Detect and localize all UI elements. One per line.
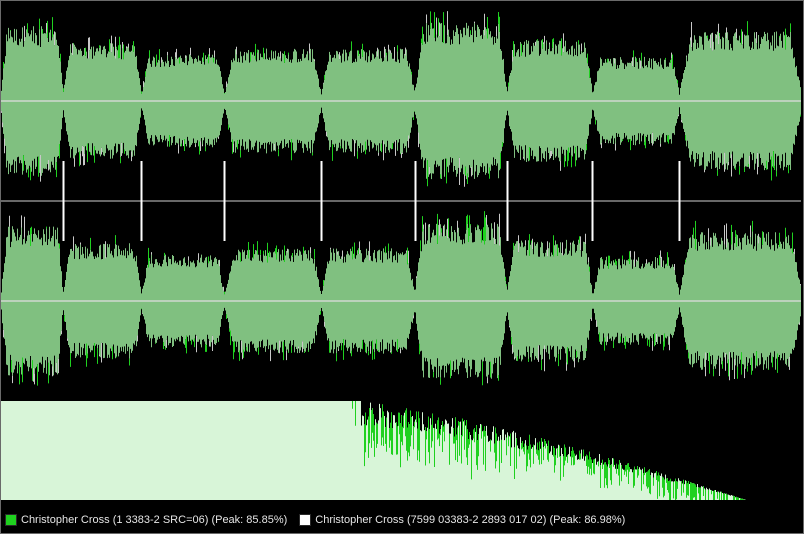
legend-label-2: Christopher Cross (7599 03383-2 2893 017…: [315, 514, 626, 526]
frequency-spectrum: [1, 401, 746, 500]
legend-swatch-white: [299, 514, 312, 526]
waveform-comparison-view: Christopher Cross (1 3383-2 SRC=06) (Pea…: [0, 0, 804, 534]
legend: Christopher Cross (1 3383-2 SRC=06) (Pea…: [5, 511, 631, 529]
legend-item-1: Christopher Cross (1 3383-2 SRC=06) (Pea…: [5, 514, 287, 526]
channel-2-waveform: [1, 211, 801, 386]
legend-swatch-green: [5, 514, 17, 526]
legend-item-2: Christopher Cross (7599 03383-2 2893 017…: [299, 514, 625, 526]
waveform-canvas[interactable]: [1, 1, 803, 533]
channel-1-waveform: [1, 11, 801, 187]
legend-label-1: Christopher Cross (1 3383-2 SRC=06) (Pea…: [21, 514, 288, 526]
